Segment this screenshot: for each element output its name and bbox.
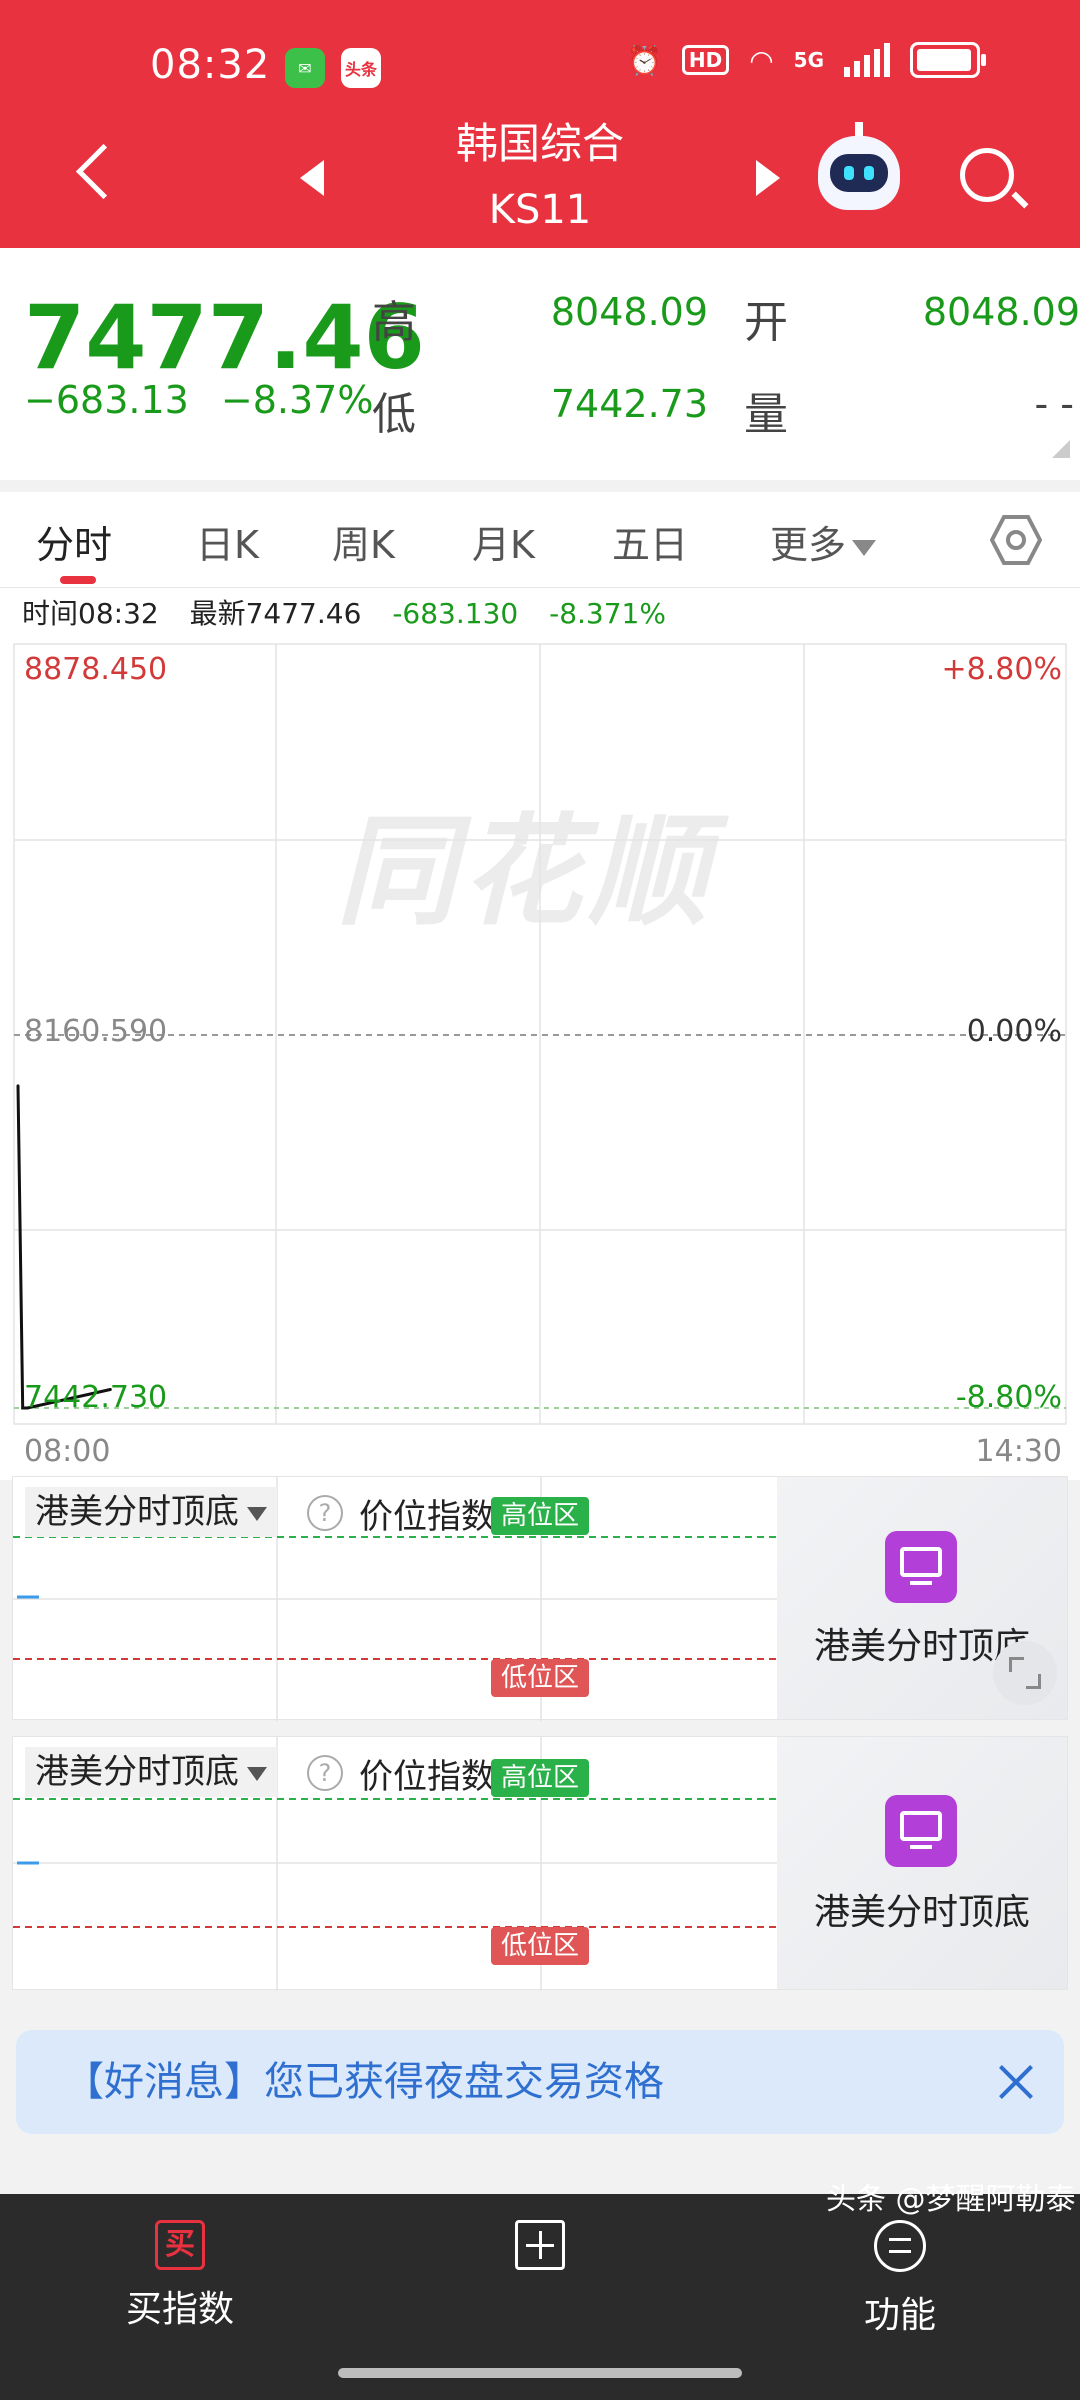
close-icon[interactable] bbox=[994, 2060, 1038, 2104]
search-icon[interactable] bbox=[960, 148, 1014, 202]
price-point bbox=[16, 1084, 20, 1088]
alarm-icon: ⏰ bbox=[627, 43, 662, 77]
high-label: 高 bbox=[372, 297, 416, 348]
night-trading-banner[interactable]: 【好消息】您已获得夜盘交易资格 bbox=[16, 2030, 1064, 2134]
tab-intraday[interactable]: 分时 bbox=[36, 514, 112, 569]
tab-weekly-k[interactable]: 周K bbox=[332, 514, 395, 569]
caret-down-icon bbox=[852, 539, 877, 556]
home-indicator[interactable] bbox=[338, 2368, 742, 2378]
indicator-name: 价位指数 bbox=[359, 1497, 495, 1537]
expand-corner-icon[interactable] bbox=[1052, 440, 1070, 458]
low-zone-tag: 低位区 bbox=[491, 1927, 589, 1965]
indicator-promo-2[interactable]: 港美分时顶底 bbox=[777, 1737, 1067, 1989]
info-change-percent: -8.371% bbox=[549, 597, 666, 630]
next-stock-button[interactable] bbox=[756, 160, 780, 196]
volume-value: - - bbox=[1034, 382, 1074, 426]
low-value: 7442.73 bbox=[550, 382, 708, 426]
message-app-icon: ✉ bbox=[285, 48, 325, 88]
help-icon[interactable]: ? bbox=[307, 1755, 343, 1791]
indicator-chart-1[interactable]: 港美分时顶底 ? 价位指数 高位区 低位区 bbox=[13, 1477, 779, 1721]
indicator-selector-label: 港美分时顶底 bbox=[35, 1492, 239, 1532]
intraday-chart[interactable]: 同花顺 8878.450 +8.80% 8160.590 0.00% 7442.… bbox=[0, 640, 1080, 1480]
x-start-label: 08:00 bbox=[24, 1434, 111, 1469]
indicator-panel-2: 港美分时顶底 ? 价位指数 高位区 低位区 港美分时顶底 bbox=[12, 1736, 1068, 1991]
battery-icon bbox=[910, 42, 986, 78]
indicator-chart-2[interactable]: 港美分时顶底 ? 价位指数 高位区 低位区 bbox=[13, 1737, 779, 1991]
stock-code: KS11 bbox=[488, 187, 592, 233]
pct-min-label: -8.80% bbox=[955, 1380, 1062, 1415]
caret-down-icon bbox=[247, 1506, 267, 1521]
y-mid-label: 8160.590 bbox=[24, 1014, 168, 1049]
banner-text: 【好消息】您已获得夜盘交易资格 bbox=[64, 2059, 664, 2105]
current-price: 7477.46 bbox=[24, 286, 425, 389]
y-max-label: 8878.450 bbox=[24, 652, 168, 687]
pct-mid-label: 0.00% bbox=[966, 1014, 1062, 1049]
hd-icon: HD bbox=[681, 45, 730, 75]
price-line bbox=[16, 1085, 111, 1410]
x-end-label: 14:30 bbox=[975, 1434, 1062, 1469]
change-value: −683.13 bbox=[24, 378, 189, 422]
indicator-selector-label: 港美分时顶底 bbox=[35, 1752, 239, 1792]
functions-button[interactable]: 功能 bbox=[800, 2220, 1000, 2338]
source-credit: 头条 @梦醒阿勒泰 bbox=[826, 2182, 1076, 2217]
tab-five-day[interactable]: 五日 bbox=[612, 514, 688, 569]
indicator-selector[interactable]: 港美分时顶底 bbox=[25, 1487, 277, 1537]
indicator-name: 价位指数 bbox=[359, 1757, 495, 1797]
indicator-panel-1: 港美分时顶底 ? 价位指数 高位区 低位区 港美分时顶底 bbox=[12, 1476, 1068, 1721]
expand-icon[interactable] bbox=[993, 1641, 1057, 1705]
active-tab-indicator bbox=[60, 576, 96, 584]
high-zone-tag: 高位区 bbox=[491, 1759, 589, 1797]
signal-icon bbox=[844, 43, 890, 77]
indicator-selector[interactable]: 港美分时顶底 bbox=[25, 1747, 277, 1797]
quote-panel: 7477.46 −683.13 −8.37% 高 8048.09 低 7442.… bbox=[0, 248, 1080, 480]
price-change: −683.13 −8.37% bbox=[24, 378, 373, 422]
wifi-icon: ◠ bbox=[749, 43, 774, 77]
help-icon[interactable]: ? bbox=[307, 1495, 343, 1531]
plus-icon bbox=[515, 2220, 565, 2270]
y-min-label: 7442.730 bbox=[24, 1380, 168, 1415]
low-zone-tag: 低位区 bbox=[491, 1659, 589, 1697]
status-icons: ⏰ HD ◠ 5G bbox=[627, 42, 986, 78]
high-zone-tag: 高位区 bbox=[491, 1497, 589, 1535]
tab-monthly-k[interactable]: 月K bbox=[472, 514, 535, 569]
open-label: 开 bbox=[744, 297, 788, 348]
change-percent: −8.37% bbox=[220, 378, 374, 422]
menu-circle-icon bbox=[874, 2220, 926, 2272]
settings-hexagon-icon[interactable] bbox=[990, 514, 1042, 566]
indicator-promo-1[interactable]: 港美分时顶底 bbox=[777, 1477, 1067, 1719]
buy-index-label: 买指数 bbox=[125, 2289, 234, 2330]
volume-label: 量 bbox=[744, 389, 788, 440]
functions-label: 功能 bbox=[863, 2295, 936, 2336]
tab-more[interactable]: 更多 bbox=[770, 514, 877, 569]
info-change: -683.130 bbox=[392, 597, 519, 630]
indicator-monitor-icon bbox=[885, 1531, 957, 1603]
buy-icon: 买 bbox=[155, 2220, 205, 2270]
add-watchlist-button[interactable] bbox=[440, 2220, 640, 2274]
page-title: 韩国综合 bbox=[455, 119, 624, 168]
indicator-monitor-icon bbox=[885, 1795, 957, 1867]
network-5g-label: 5G bbox=[793, 48, 824, 72]
toutiao-app-icon: 头条 bbox=[341, 48, 381, 88]
promo-label: 港美分时顶底 bbox=[813, 1892, 1030, 1933]
info-time: 时间08:32 bbox=[22, 597, 159, 630]
buy-index-button[interactable]: 买 买指数 bbox=[80, 2220, 280, 2332]
pct-max-label: +8.80% bbox=[941, 652, 1062, 687]
chart-canvas bbox=[13, 643, 1067, 1425]
status-time: 08:32 bbox=[150, 42, 271, 88]
open-value: 8048.09 bbox=[922, 290, 1080, 334]
high-value: 8048.09 bbox=[550, 290, 708, 334]
crosshair-info-row: 时间08:32 最新7477.46 -683.130 -8.371% bbox=[0, 588, 1080, 640]
ai-assistant-robot-icon[interactable] bbox=[818, 122, 900, 210]
low-label: 低 bbox=[372, 389, 416, 440]
header-bar: 08:32 ✉ 头条 ⏰ HD ◠ 5G 韩国综合 KS11 bbox=[0, 0, 1080, 248]
tab-daily-k[interactable]: 日K bbox=[196, 514, 259, 569]
info-latest: 最新7477.46 bbox=[189, 597, 362, 630]
caret-down-icon bbox=[247, 1766, 267, 1781]
chart-period-tabs: 分时 日K 周K 月K 五日 更多 bbox=[0, 492, 1080, 588]
tab-more-label: 更多 bbox=[770, 523, 847, 567]
